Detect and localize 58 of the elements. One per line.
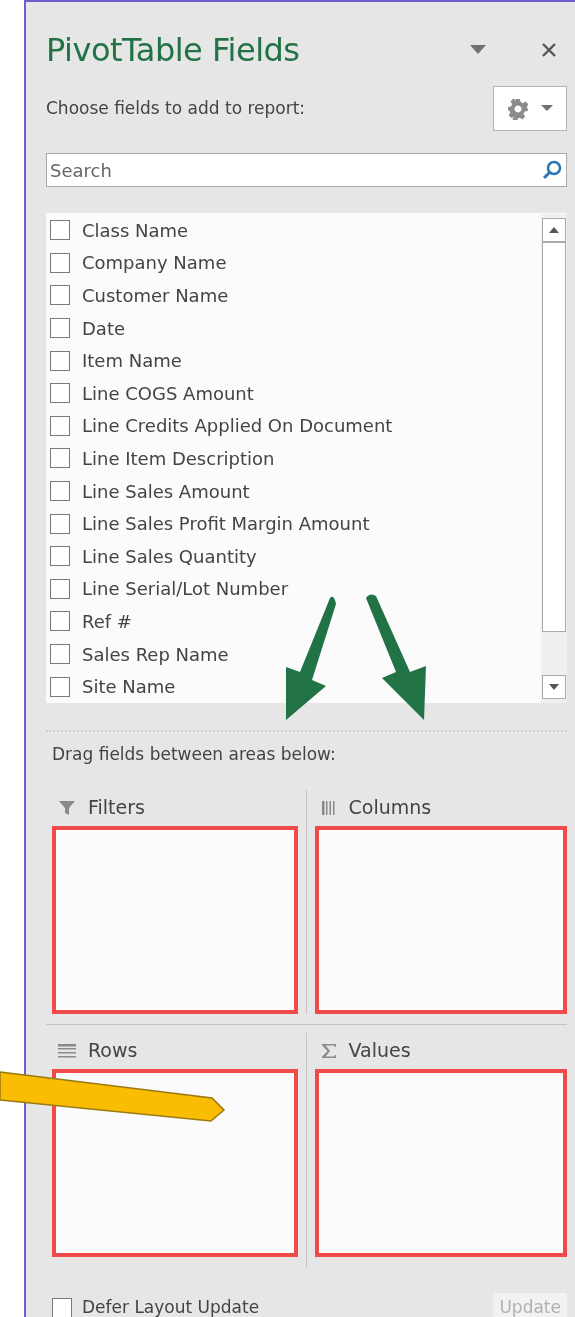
area-label: Values <box>348 1038 411 1064</box>
field-name[interactable]: Line Item Description <box>82 444 275 472</box>
checkbox[interactable] <box>50 383 70 404</box>
field-name[interactable]: Date <box>82 314 126 342</box>
drop-area[interactable] <box>314 1068 567 1257</box>
drop-area[interactable] <box>314 825 567 1014</box>
area-label: Columns <box>348 795 432 821</box>
field-name[interactable]: Class Name <box>82 216 189 244</box>
checkbox[interactable] <box>50 611 70 632</box>
checkbox[interactable] <box>50 481 70 502</box>
drop-area[interactable] <box>52 1068 298 1257</box>
settings-button[interactable] <box>493 86 567 131</box>
field-name[interactable]: Item Name <box>82 347 182 375</box>
drop-area[interactable] <box>52 825 298 1014</box>
checkbox[interactable] <box>52 1297 72 1317</box>
area-label: Filters <box>88 795 145 821</box>
field-name[interactable]: Sales Rep Name <box>82 640 229 668</box>
checkbox[interactable] <box>50 350 70 371</box>
scroll-up-icon[interactable] <box>542 218 566 242</box>
caret-icon <box>541 105 553 112</box>
defer-label: Defer Layout Update <box>82 1295 261 1317</box>
pane-title: PivotTable Fields <box>46 30 301 71</box>
search-field[interactable]: Search <box>46 153 567 187</box>
settings-icon <box>507 97 529 120</box>
close-icon[interactable] <box>541 42 557 58</box>
checkbox[interactable] <box>50 220 70 241</box>
field-name[interactable]: Site Name <box>82 673 176 701</box>
field-name[interactable]: Customer Name <box>82 282 229 309</box>
checkbox[interactable] <box>50 513 70 534</box>
checkbox[interactable] <box>50 448 70 469</box>
field-name[interactable]: Company Name <box>82 249 227 277</box>
area-label: Rows <box>88 1038 138 1064</box>
columns-icon <box>320 799 337 816</box>
choose-fields-label: Choose fields to add to report: <box>46 96 307 120</box>
scrollbar[interactable] <box>541 214 567 703</box>
checkbox[interactable] <box>50 644 70 664</box>
field-name[interactable]: Line Serial/Lot Number <box>82 575 289 603</box>
field-name[interactable]: Ref # <box>82 607 132 635</box>
field-name[interactable]: Line Sales Amount <box>82 477 250 505</box>
search-icon[interactable] <box>541 159 563 181</box>
checkbox[interactable] <box>50 252 70 273</box>
checkbox[interactable] <box>50 578 70 599</box>
checkbox[interactable] <box>50 546 70 567</box>
field-name[interactable]: Line Credits Applied On Document <box>82 412 393 440</box>
field-name[interactable]: Line Sales Quantity <box>82 542 257 570</box>
checkbox[interactable] <box>50 285 70 306</box>
scroll-thumb[interactable] <box>542 242 566 632</box>
scroll-down-icon[interactable] <box>542 675 566 699</box>
filter-icon <box>58 799 76 816</box>
field-name[interactable]: Line COGS Amount <box>82 379 254 407</box>
checkbox[interactable] <box>50 676 70 697</box>
field-name[interactable]: Line Sales Profit Margin Amount <box>82 510 370 538</box>
checkbox[interactable] <box>50 318 70 339</box>
dropdown-icon[interactable] <box>470 45 486 55</box>
checkbox[interactable] <box>50 415 70 436</box>
sigma-icon <box>320 1042 337 1059</box>
rows-icon <box>58 1043 76 1058</box>
drag-hint: Drag fields between areas below: <box>51 743 337 766</box>
